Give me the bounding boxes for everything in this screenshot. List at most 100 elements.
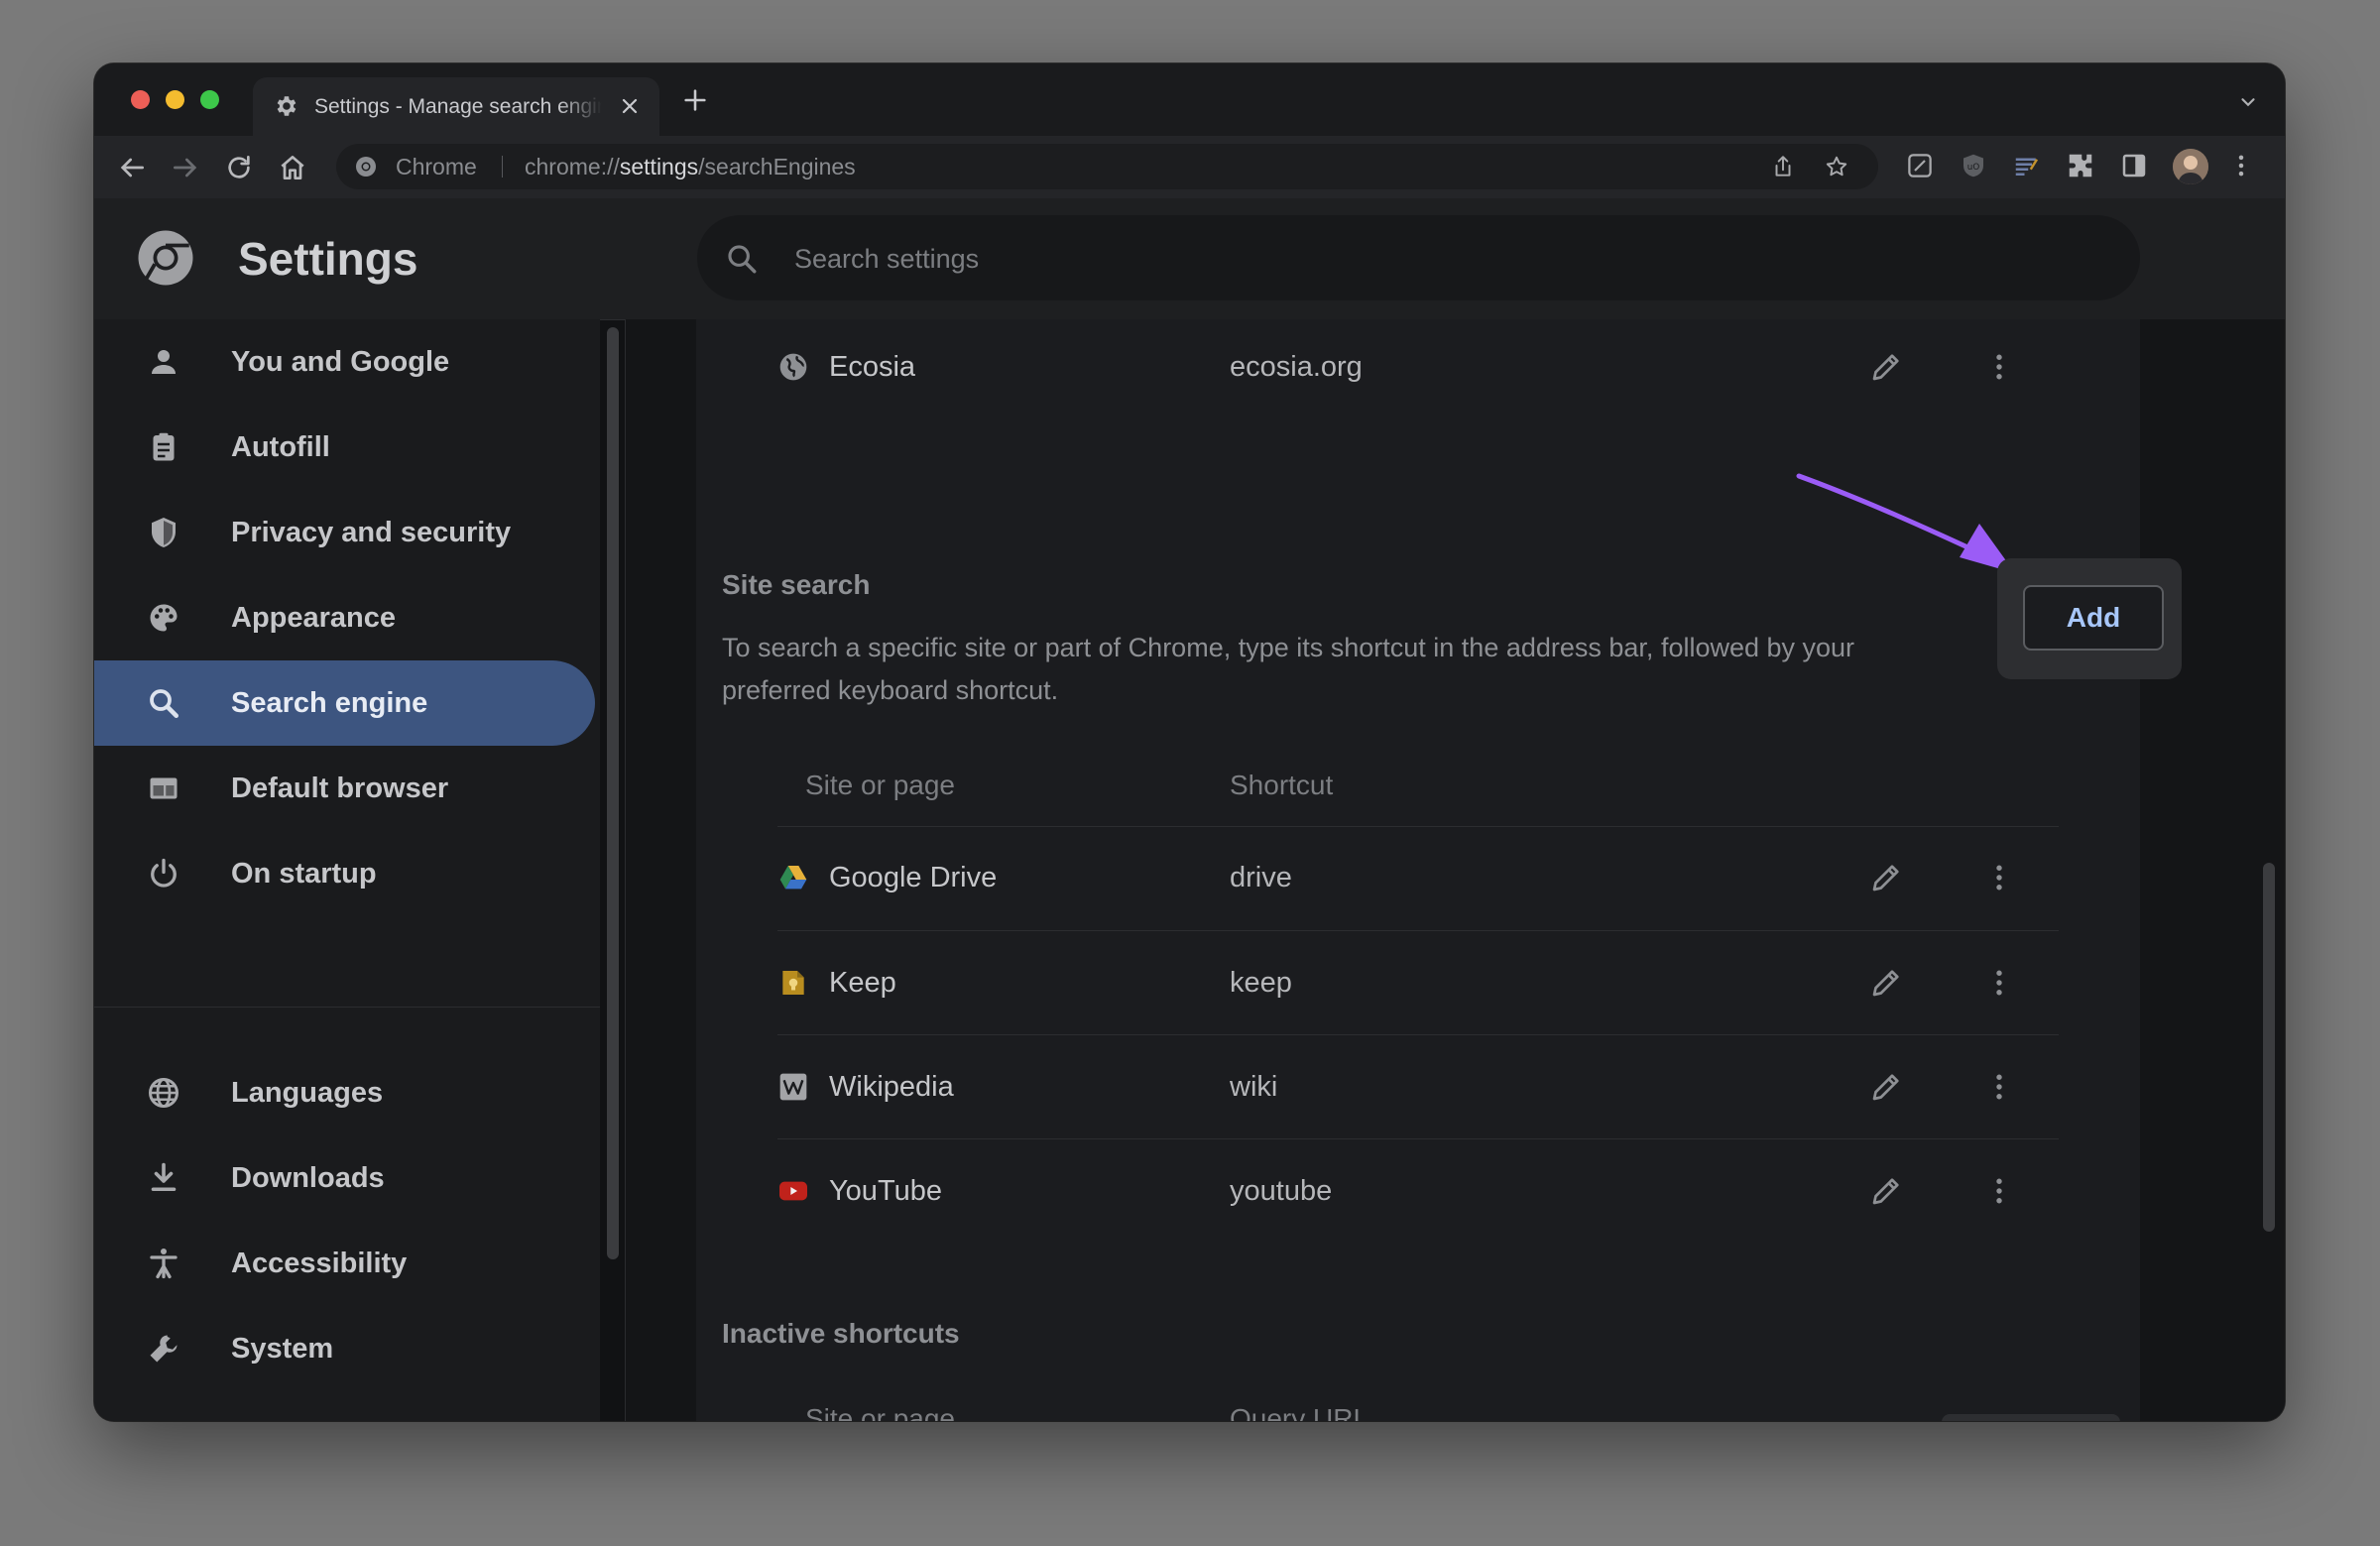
chrome-logo-icon (138, 230, 193, 286)
more-vertical-icon[interactable] (1981, 860, 2017, 895)
globe-icon (149, 1078, 178, 1108)
site-search-row: Keep keep (777, 930, 2059, 1034)
ublock-shield-icon[interactable]: uO (1959, 151, 1988, 180)
close-window-button[interactable] (131, 90, 150, 109)
site-search-description: To search a specific site or part of Chr… (722, 633, 1855, 705)
sidebar-item-label: Autofill (231, 431, 330, 463)
browser-window: Settings - Manage search engines and sit… (94, 63, 2285, 1421)
site-search-title: Site search (722, 569, 871, 600)
browser-menu-icon[interactable] (2226, 151, 2256, 180)
settings-search-box[interactable] (697, 215, 2140, 302)
url-scheme: chrome:// (525, 154, 620, 179)
url-path: /searchEngines (698, 154, 856, 179)
search-icon (150, 689, 178, 718)
profile-avatar[interactable] (2173, 149, 2208, 184)
sidebar-item-default-browser[interactable]: Default browser (94, 746, 595, 831)
edit-pencil-icon[interactable] (1868, 1173, 1904, 1209)
accessibility-icon (150, 1249, 178, 1279)
extension-stripes-icon[interactable] (2012, 151, 2042, 180)
tab-settings[interactable]: Settings - Manage search engines and sit… (253, 77, 659, 136)
sidebar-item-system[interactable]: System (94, 1306, 595, 1391)
bookmark-star-icon[interactable] (1824, 154, 1849, 179)
gear-icon (277, 96, 297, 116)
omnibox-separator (502, 156, 503, 178)
sidebar-divider (94, 1007, 600, 1008)
extension-note-icon[interactable] (1905, 151, 1935, 180)
sidebar-item-languages[interactable]: Languages (94, 1050, 595, 1135)
reload-icon[interactable] (223, 152, 255, 183)
site-shortcut: keep (1230, 967, 1292, 999)
column-header-site: Site or page (805, 770, 955, 800)
side-panel-icon[interactable] (2119, 151, 2149, 180)
close-tab-icon[interactable] (618, 94, 642, 118)
keep-icon (782, 971, 804, 995)
new-tab-icon[interactable] (681, 86, 709, 114)
sidebar-item-search-engine[interactable]: Search engine (94, 660, 595, 746)
site-name: YouTube (829, 1175, 942, 1207)
clipboard-icon (153, 432, 175, 461)
share-icon[interactable] (1770, 154, 1796, 179)
more-vertical-icon[interactable] (1981, 349, 2017, 385)
home-icon[interactable] (277, 152, 308, 183)
power-icon (151, 858, 177, 888)
address-bar[interactable]: Chrome chrome://settings/searchEngines (336, 144, 1878, 189)
settings-title: Settings (238, 233, 418, 285)
settings-search-input[interactable] (792, 215, 2085, 302)
tab-search-chevron-icon[interactable] (2237, 91, 2259, 113)
sidebar-item-label: Search engine (231, 687, 428, 719)
sidebar-item-on-startup[interactable]: On startup (94, 831, 595, 916)
more-vertical-icon[interactable] (1981, 1173, 2017, 1209)
settings-sidebar: You and Google Autofill Privacy and secu… (94, 319, 626, 1421)
sidebar-item-downloads[interactable]: Downloads (94, 1135, 595, 1221)
main-scrollbar[interactable] (2263, 863, 2275, 1232)
engine-name: Ecosia (829, 351, 916, 383)
sidebar-scrollbar[interactable] (607, 327, 619, 1259)
site-search-row: Wikipedia wiki (777, 1034, 2059, 1138)
edit-pencil-icon[interactable] (1868, 349, 1904, 385)
sidebar-item-autofill[interactable]: Autofill (94, 405, 595, 490)
sidebar-item-you-and-google[interactable]: You and Google (94, 319, 595, 405)
chrome-site-icon[interactable] (354, 155, 378, 178)
search-engine-row-ecosia: Ecosia ecosia.org (777, 319, 2059, 418)
site-name: Wikipedia (829, 1071, 954, 1103)
annotation-arrow-icon (1796, 473, 2015, 573)
more-vertical-icon[interactable] (1981, 965, 2017, 1001)
sidebar-item-label: Appearance (231, 602, 397, 634)
sidebar-item-privacy-and-security[interactable]: Privacy and security (94, 490, 595, 575)
add-highlight: Add (1997, 558, 2182, 679)
edit-pencil-icon[interactable] (1868, 1069, 1904, 1105)
sidebar-item-label: Privacy and security (231, 517, 512, 548)
palette-icon (150, 604, 178, 632)
minimize-window-button[interactable] (166, 90, 184, 109)
site-search-row: YouTube youtube (777, 1138, 2059, 1243)
zoom-window-button[interactable] (200, 90, 219, 109)
site-shortcut: wiki (1230, 1071, 1278, 1103)
sidebar-item-label: Accessibility (231, 1248, 408, 1279)
sidebar-item-label: You and Google (231, 346, 450, 378)
sidebar-item-accessibility[interactable]: Accessibility (94, 1221, 595, 1306)
more-vertical-icon[interactable] (1981, 1069, 2017, 1105)
add-site-search-button[interactable]: Add (2023, 585, 2164, 651)
person-icon (152, 350, 176, 374)
sidebar-item-reset-settings[interactable]: Reset settings (94, 1391, 595, 1421)
search-icon (728, 245, 757, 274)
sidebar-item-label: Reset settings (231, 1391, 427, 1421)
column-header-site-text: Site or page (805, 1403, 955, 1422)
engine-url: ecosia.org (1230, 351, 1363, 383)
forward-arrow-icon[interactable] (170, 152, 201, 183)
browser-window-icon (150, 777, 178, 799)
sidebar-item-label: On startup (231, 858, 377, 890)
site-shortcut: youtube (1230, 1175, 1333, 1207)
settings-header: Settings (94, 198, 2285, 320)
sidebar-item-appearance[interactable]: Appearance (94, 575, 595, 660)
toolbar: Chrome chrome://settings/searchEngines u… (94, 136, 2285, 199)
sidebar-item-label: Default browser (231, 773, 449, 804)
tab-strip: Settings - Manage search engines and sit… (94, 63, 2285, 136)
edit-pencil-icon[interactable] (1868, 965, 1904, 1001)
globe-icon (779, 353, 807, 381)
extensions-puzzle-icon[interactable] (2066, 151, 2095, 180)
google-drive-icon (779, 866, 807, 890)
back-arrow-icon[interactable] (116, 152, 148, 183)
edit-pencil-icon[interactable] (1868, 860, 1904, 895)
avatar-image (2173, 149, 2208, 184)
